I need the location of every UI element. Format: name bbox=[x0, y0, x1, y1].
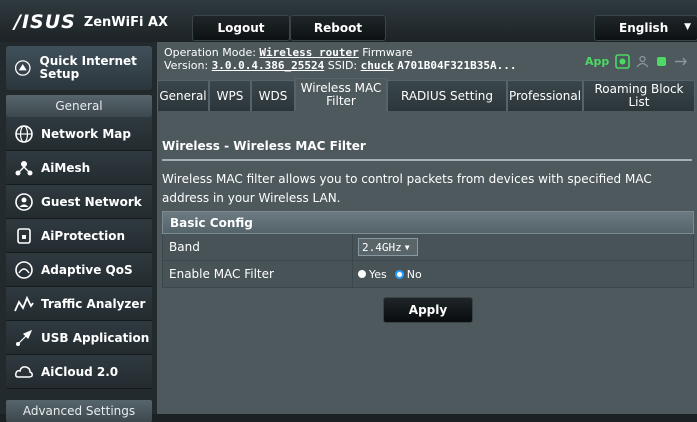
firmware-label: Firmware bbox=[362, 46, 413, 59]
radio-yes-label: Yes bbox=[369, 267, 387, 281]
app-label[interactable]: App bbox=[585, 55, 609, 68]
op-mode-link[interactable]: Wireless router bbox=[259, 46, 358, 59]
band-value: 2.4GHz bbox=[362, 240, 402, 254]
tab-wps[interactable]: WPS bbox=[209, 80, 251, 111]
basic-config-table: Basic Config Band 2.4GHz ▼ Enable MAC Fi… bbox=[162, 211, 694, 288]
mac-address: A701B04F321B35A... bbox=[397, 59, 517, 72]
radio-no-dot[interactable] bbox=[394, 269, 404, 279]
asus-logo: /ISUS bbox=[14, 11, 76, 33]
band-row: Band 2.4GHz ▼ bbox=[162, 234, 694, 261]
radio-no-label: No bbox=[406, 267, 422, 281]
page-description: Wireless MAC filter allows you to contro… bbox=[162, 172, 652, 205]
quick-setup-icon bbox=[14, 60, 31, 76]
sidebar-item-adaptive-qos[interactable]: Adaptive QoS bbox=[6, 253, 152, 287]
usb-icon bbox=[16, 329, 33, 346]
basic-config-header: Basic Config bbox=[162, 211, 694, 234]
sidebar-item-aimesh[interactable]: AiMesh bbox=[6, 151, 152, 185]
version-label: Version: bbox=[164, 59, 209, 72]
sidebar-item-traffic-analyzer[interactable]: Traffic Analyzer bbox=[6, 287, 152, 321]
sidebar-item-label: Adaptive QoS bbox=[41, 262, 133, 277]
tab-wds[interactable]: WDS bbox=[251, 80, 295, 111]
brand: /ISUS ZenWiFi AX bbox=[14, 11, 168, 33]
main-content: Operation Mode: Wireless router Firmware… bbox=[157, 42, 697, 414]
sidebar-item-label: AiCloud 2.0 bbox=[41, 364, 119, 379]
sidebar-item-label: Guest Network bbox=[41, 194, 142, 209]
advanced-settings-header: Advanced Settings bbox=[6, 400, 152, 422]
lock-icon bbox=[17, 227, 31, 244]
traffic-icon bbox=[14, 295, 34, 311]
quick-internet-setup-button[interactable]: Quick Internet Setup bbox=[6, 46, 152, 90]
internet-status-icon[interactable] bbox=[615, 54, 631, 69]
device-icon[interactable] bbox=[655, 55, 668, 68]
radio-yes[interactable]: Yes bbox=[358, 268, 387, 281]
language-value: English bbox=[619, 21, 669, 35]
ssid-link[interactable]: chuck bbox=[361, 59, 394, 72]
tab-bar: General WPS WDS Wireless MAC Filter RADI… bbox=[157, 78, 697, 111]
tab-general[interactable]: General bbox=[157, 80, 209, 111]
guest-network-icon bbox=[15, 192, 33, 211]
logout-button[interactable]: Logout bbox=[192, 15, 290, 41]
gauge-icon bbox=[15, 260, 33, 279]
globe-icon bbox=[15, 124, 33, 143]
users-icon[interactable] bbox=[636, 55, 649, 68]
sidebar-item-label: Network Map bbox=[41, 126, 131, 141]
enable-mac-filter-row: Enable MAC Filter Yes No bbox=[162, 261, 694, 288]
product-name: ZenWiFi AX bbox=[83, 14, 169, 30]
tab-roaming-block-list[interactable]: Roaming Block List bbox=[583, 80, 695, 111]
apply-button[interactable]: Apply bbox=[383, 297, 473, 323]
radio-yes-dot[interactable] bbox=[358, 270, 366, 278]
page-title: Wireless - Wireless MAC Filter bbox=[162, 139, 366, 153]
sidebar-item-label: USB Application bbox=[41, 330, 150, 345]
chevron-down-icon: ▼ bbox=[684, 22, 691, 32]
sidebar-item-usb-application[interactable]: USB Application bbox=[6, 321, 152, 355]
language-select[interactable]: English ▼ bbox=[594, 15, 697, 41]
content-panel: Wireless - Wireless MAC Filter Wireless … bbox=[157, 111, 697, 414]
cloud-icon bbox=[15, 365, 33, 378]
op-mode-label: Operation Mode: bbox=[164, 46, 256, 59]
sidebar-item-aiprotection[interactable]: AiProtection bbox=[6, 219, 152, 253]
status-icons: App bbox=[585, 54, 688, 69]
title-divider bbox=[162, 159, 692, 161]
top-bar: /ISUS ZenWiFi AX Logout Reboot English ▼ bbox=[0, 0, 697, 42]
firmware-version-link[interactable]: 3.0.0.4.386_25524 bbox=[212, 59, 325, 72]
band-label: Band bbox=[163, 234, 353, 260]
radio-no[interactable]: No bbox=[394, 267, 422, 281]
tab-radius-setting[interactable]: RADIUS Setting bbox=[387, 80, 507, 111]
sidebar: Quick Internet Setup General Network Map… bbox=[0, 42, 157, 422]
sidebar-item-label: Traffic Analyzer bbox=[41, 296, 146, 311]
enable-mac-filter-label: Enable MAC Filter bbox=[163, 261, 353, 287]
chevron-down-icon: ▼ bbox=[404, 242, 410, 252]
reboot-button[interactable]: Reboot bbox=[290, 15, 386, 41]
usb-status-icon[interactable] bbox=[674, 55, 688, 68]
general-section-header: General bbox=[6, 95, 152, 117]
sidebar-item-label: AiProtection bbox=[41, 228, 125, 243]
ssid-label: SSID: bbox=[327, 59, 358, 72]
quick-setup-label: Quick Internet Setup bbox=[39, 54, 137, 81]
tab-wireless-mac-filter[interactable]: Wireless MAC Filter bbox=[295, 78, 387, 111]
mesh-icon bbox=[15, 160, 33, 175]
tab-professional[interactable]: Professional bbox=[507, 80, 583, 111]
sidebar-item-label: AiMesh bbox=[41, 160, 91, 175]
band-select[interactable]: 2.4GHz ▼ bbox=[358, 238, 418, 256]
sidebar-item-aicloud[interactable]: AiCloud 2.0 bbox=[6, 355, 152, 389]
status-bar: Operation Mode: Wireless router Firmware… bbox=[164, 46, 584, 72]
sidebar-item-guest-network[interactable]: Guest Network bbox=[6, 185, 152, 219]
sidebar-item-network-map[interactable]: Network Map bbox=[6, 117, 152, 151]
